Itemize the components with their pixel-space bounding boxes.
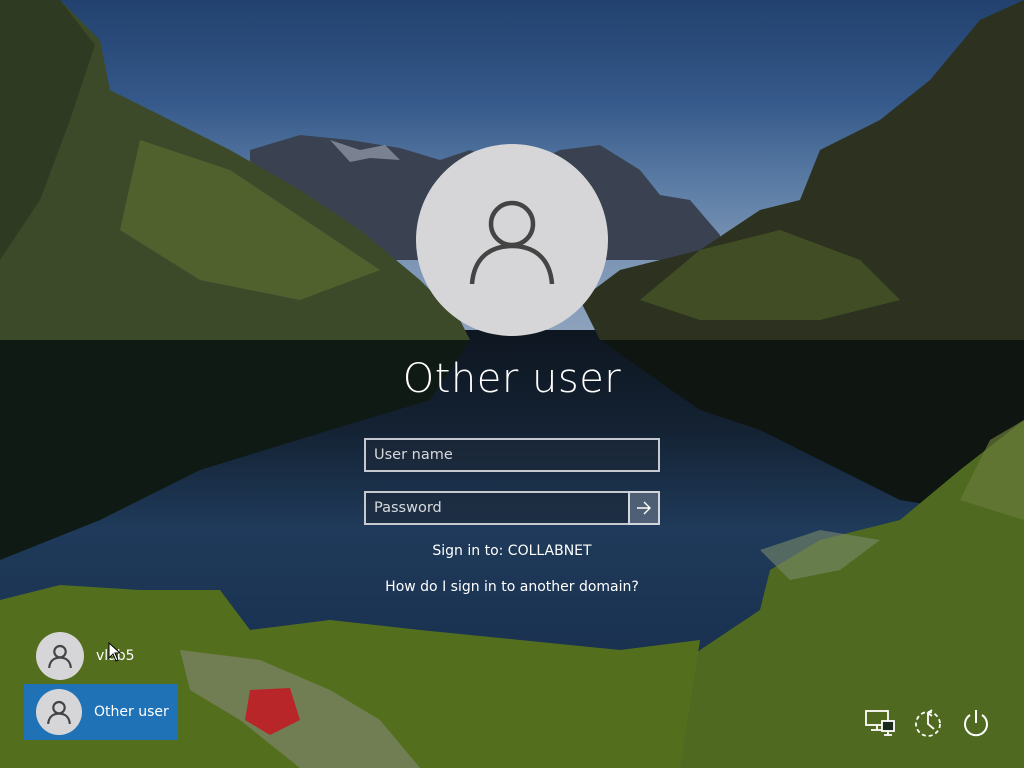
ease-of-access-icon (915, 709, 941, 737)
arrow-right-icon (637, 501, 651, 515)
domain-help-link[interactable]: How do I sign in to another domain? (312, 579, 712, 595)
password-row (364, 491, 660, 525)
network-button[interactable] (864, 707, 896, 739)
user-avatar-small (36, 632, 84, 680)
person-icon (48, 644, 72, 669)
ease-of-access-button[interactable] (912, 707, 944, 739)
power-button[interactable] (960, 707, 992, 739)
user-avatar-small (36, 689, 82, 735)
user-tile-label: Other user (94, 704, 169, 720)
user-tile-vlab5[interactable]: vlab5 (24, 632, 178, 680)
person-icon (469, 200, 555, 285)
submit-button[interactable] (628, 491, 660, 525)
username-input[interactable] (364, 438, 660, 472)
login-title: Other user (402, 356, 622, 402)
network-icon (865, 710, 895, 736)
signin-domain-text: Sign in to: COLLABNET (432, 543, 592, 559)
user-tile-other-user[interactable]: Other user (24, 684, 178, 740)
password-input[interactable] (364, 491, 628, 525)
power-icon (964, 710, 988, 737)
user-avatar (416, 144, 608, 336)
mouse-cursor-icon (108, 642, 122, 662)
person-icon (47, 700, 71, 725)
